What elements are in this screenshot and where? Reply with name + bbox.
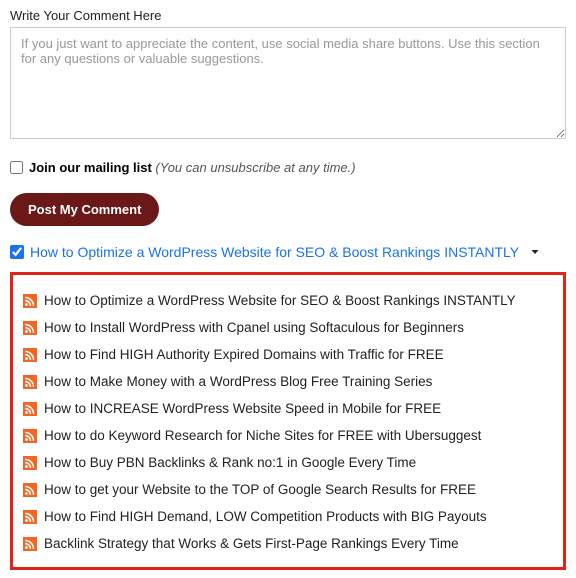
rss-icon: [23, 375, 37, 389]
feed-item-title: How to Install WordPress with Cpanel usi…: [44, 320, 464, 335]
feed-item-title: How to get your Website to the TOP of Go…: [44, 482, 476, 497]
post-comment-button[interactable]: Post My Comment: [10, 193, 159, 226]
list-item[interactable]: How to get your Website to the TOP of Go…: [23, 476, 553, 503]
feed-item-title: How to Buy PBN Backlinks & Rank no:1 in …: [44, 455, 416, 470]
list-item[interactable]: How to INCREASE WordPress Website Speed …: [23, 395, 553, 422]
feed-item-title: How to Find HIGH Authority Expired Domai…: [44, 347, 444, 362]
mailing-row: Join our mailing list (You can unsubscri…: [10, 160, 566, 175]
rss-icon: [23, 483, 37, 497]
feed-item-title: How to Find HIGH Demand, LOW Competition…: [44, 509, 487, 524]
list-item[interactable]: Backlink Strategy that Works & Gets Firs…: [23, 530, 553, 557]
chevron-down-icon[interactable]: [529, 246, 541, 258]
rss-icon: [23, 294, 37, 308]
feed-item-title: How to Make Money with a WordPress Blog …: [44, 374, 432, 389]
rss-icon: [23, 510, 37, 524]
mailing-note: (You can unsubscribe at any time.): [155, 160, 355, 175]
rss-icon: [23, 537, 37, 551]
comment-label: Write Your Comment Here: [10, 8, 566, 23]
mailing-label: Join our mailing list (You can unsubscri…: [29, 160, 356, 175]
current-post-link[interactable]: How to Optimize a WordPress Website for …: [30, 244, 519, 260]
rss-icon: [23, 348, 37, 362]
feed-item-title: How to Optimize a WordPress Website for …: [44, 293, 516, 308]
feed-item-title: How to INCREASE WordPress Website Speed …: [44, 401, 441, 416]
rss-icon: [23, 456, 37, 470]
mailing-bold: Join our mailing list: [29, 160, 152, 175]
list-item[interactable]: How to Find HIGH Authority Expired Domai…: [23, 341, 553, 368]
rss-icon: [23, 429, 37, 443]
list-item[interactable]: How to Buy PBN Backlinks & Rank no:1 in …: [23, 449, 553, 476]
list-item[interactable]: How to Install WordPress with Cpanel usi…: [23, 314, 553, 341]
feed-item-title: How to do Keyword Research for Niche Sit…: [44, 428, 481, 443]
rss-icon: [23, 402, 37, 416]
comment-textarea[interactable]: [10, 27, 566, 139]
list-item[interactable]: How to Make Money with a WordPress Blog …: [23, 368, 553, 395]
list-item[interactable]: How to do Keyword Research for Niche Sit…: [23, 422, 553, 449]
list-item[interactable]: How to Find HIGH Demand, LOW Competition…: [23, 503, 553, 530]
current-post-checkbox[interactable]: [10, 245, 24, 259]
rss-icon: [23, 321, 37, 335]
feed-item-title: Backlink Strategy that Works & Gets Firs…: [44, 536, 459, 551]
current-post-row: How to Optimize a WordPress Website for …: [10, 244, 566, 260]
feed-box: How to Optimize a WordPress Website for …: [10, 272, 566, 570]
list-item[interactable]: How to Optimize a WordPress Website for …: [23, 287, 553, 314]
mailing-checkbox[interactable]: [10, 161, 23, 174]
